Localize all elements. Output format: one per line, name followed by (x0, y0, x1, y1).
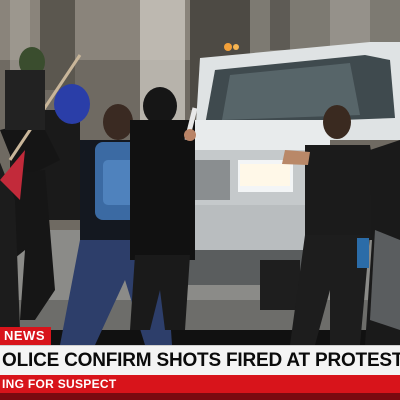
subhead-bar: ING FOR SUSPECT (0, 375, 400, 393)
street-light (224, 43, 232, 51)
headline-bar: OLICE CONFIRM SHOTS FIRED AT PROTEST, DR (0, 345, 400, 376)
video-frame: NEWS OLICE CONFIRM SHOTS FIRED AT PROTES… (0, 0, 400, 400)
news-tag: NEWS (0, 327, 51, 345)
subhead-text: ING FOR SUSPECT (2, 377, 117, 391)
headline-text: OLICE CONFIRM SHOTS FIRED AT PROTEST, DR (2, 350, 400, 371)
news-lower-third: NEWS OLICE CONFIRM SHOTS FIRED AT PROTES… (0, 327, 400, 400)
protester-black-shirt (130, 87, 198, 330)
truck-wheel (260, 260, 300, 310)
bottom-strip (0, 393, 400, 400)
